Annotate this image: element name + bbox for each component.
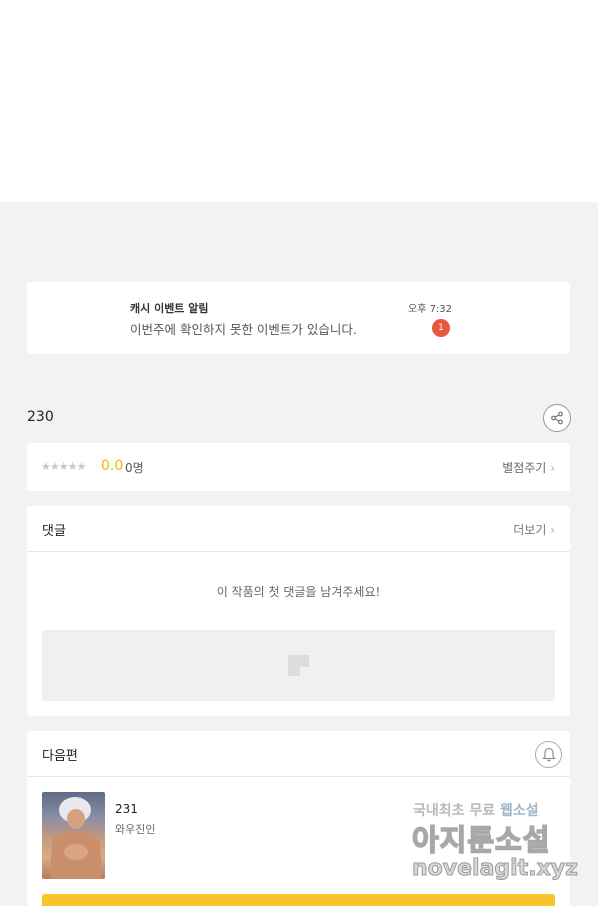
notification-time: 오후 7:32	[408, 304, 453, 315]
share-button[interactable]	[543, 404, 571, 432]
next-episode-header: 다음편	[27, 731, 570, 777]
notification-badge: 1	[432, 319, 450, 337]
notify-button[interactable]	[535, 741, 562, 768]
comment-title: 댓글	[42, 524, 66, 539]
next-episode-number[interactable]: 231	[115, 802, 138, 816]
watermark-line2: 아지툰소설	[411, 817, 551, 859]
comments-empty-message: 이 작품의 첫 댓글을 남겨주세요!	[216, 585, 381, 599]
next-episode-thumbnail[interactable]	[42, 792, 105, 879]
rating-count: 0명	[125, 461, 144, 475]
share-icon	[551, 411, 563, 425]
watermark-line2-a: 아지툰	[411, 822, 496, 858]
next-episode-subtitle: 와우진인	[115, 823, 156, 836]
content-area-top	[0, 0, 598, 202]
rate-button[interactable]: 별점주기 ›	[502, 459, 555, 476]
comments-more-button[interactable]: 더보기 ›	[513, 521, 555, 538]
notification-title: 캐시 이벤트 알림	[130, 302, 209, 315]
rate-button-label: 별점주기	[502, 461, 547, 475]
comment-icon	[288, 655, 309, 676]
rating-score: 0.0	[101, 458, 124, 474]
rating-stars: ★★★★★	[41, 460, 86, 473]
watermark: 국내최초 무료 웹소설 아지툰소설 novelagit.xyz	[410, 797, 580, 887]
comment-section: 댓글 더보기 › 이 작품의 첫 댓글을 남겨주세요!	[27, 506, 570, 716]
notification-message: 이번주에 확인하지 못한 이벤트가 있습니다.	[130, 322, 357, 337]
watermark-line2-b: 소설	[494, 822, 551, 858]
next-episode-title: 다음편	[42, 749, 78, 764]
bell-icon	[541, 747, 556, 762]
comments-more-label: 더보기	[513, 523, 547, 537]
rating-card: ★★★★★ 0.0 0명 별점주기 ›	[27, 443, 570, 491]
chevron-right-icon: ›	[550, 461, 555, 475]
next-episode-button[interactable]	[42, 894, 555, 906]
notification-card[interactable]: 캐시 이벤트 알림 이번주에 확인하지 못한 이벤트가 있습니다. 오후 7:3…	[27, 282, 570, 354]
chevron-right-icon: ›	[550, 523, 555, 537]
watermark-line3: novelagit.xyz	[412, 856, 579, 882]
comment-input[interactable]	[42, 630, 555, 701]
episode-title: 230	[27, 409, 54, 425]
comment-header: 댓글 더보기 ›	[27, 506, 570, 552]
